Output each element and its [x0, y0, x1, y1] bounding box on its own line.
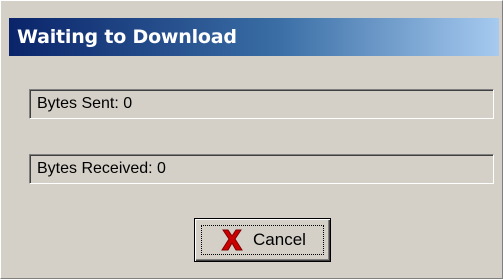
dialog-title: Waiting to Download	[17, 26, 237, 48]
bytes-sent-field: Bytes Sent: 0	[29, 89, 494, 119]
title-bar[interactable]: Waiting to Download	[9, 18, 499, 56]
bytes-received-label: Bytes Received: 0	[37, 160, 166, 177]
cancel-button[interactable]: Cancel	[194, 218, 331, 262]
red-x-icon	[221, 229, 243, 251]
download-dialog: Waiting to Download Bytes Sent: 0 Bytes …	[0, 0, 503, 279]
cancel-label: Cancel	[253, 230, 306, 249]
bytes-sent-label: Bytes Sent: 0	[37, 95, 133, 112]
bytes-received-field: Bytes Received: 0	[29, 154, 494, 184]
